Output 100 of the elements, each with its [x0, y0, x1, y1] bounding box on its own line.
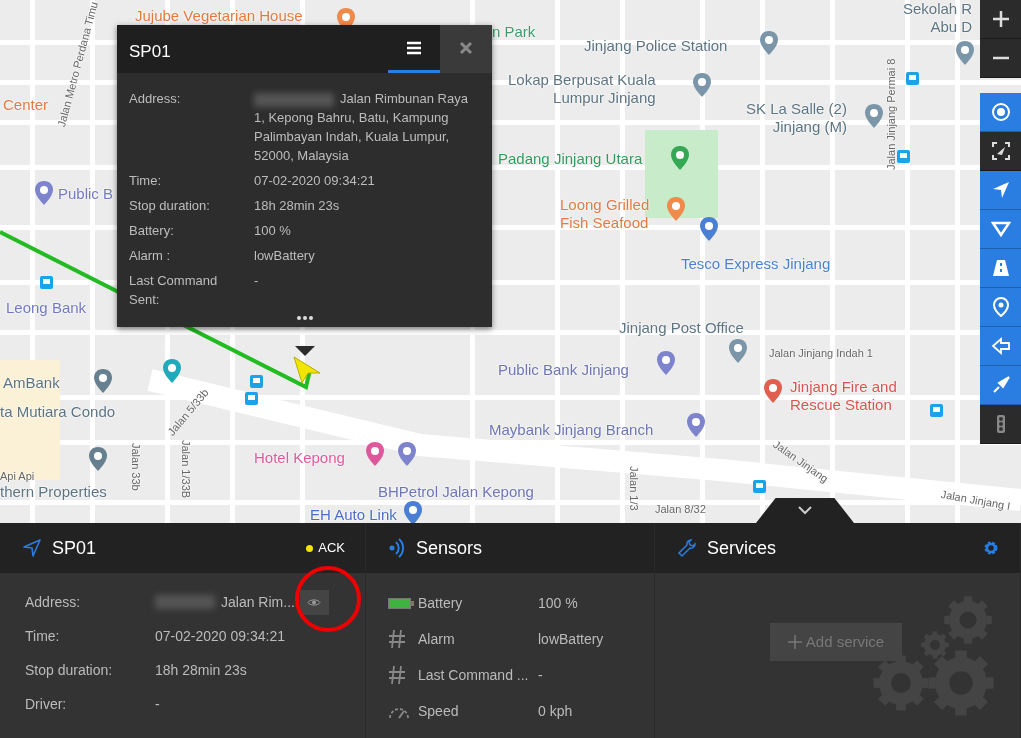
bus-stop-icon: [40, 276, 53, 289]
map-pin-icon: [162, 358, 182, 384]
route-triangle-icon: [990, 219, 1011, 239]
show-button[interactable]: [299, 589, 329, 615]
traffic-light-button[interactable]: [980, 405, 1021, 444]
route-triangle-button[interactable]: [980, 210, 1021, 249]
map-pin-icon: [692, 72, 712, 98]
zoom-out-icon: [990, 56, 1011, 60]
panel-title: Services: [707, 536, 777, 560]
panel-title: SP01: [52, 536, 97, 560]
place-label: BHPetrol Jalan Kepong: [378, 483, 534, 501]
field-value: -: [254, 272, 260, 290]
chevron-down-icon: [798, 506, 812, 515]
place-label: Jinjang Police Station: [584, 37, 728, 55]
navigation-arrow-icon: [22, 538, 42, 558]
road-button[interactable]: [980, 249, 1021, 288]
status-label: ACK: [318, 539, 345, 558]
map-pin-icon: [93, 368, 113, 394]
field-label: Address:: [25, 592, 82, 612]
street-label: Jalan Jinjang Indah 1: [769, 347, 873, 360]
street-label: Jalan 8/32: [655, 503, 706, 516]
popup-pointer: [295, 346, 315, 356]
road-icon: [990, 258, 1011, 278]
place-label: Hotel Kepong: [254, 449, 345, 467]
navigation-arrow-button[interactable]: [980, 171, 1021, 210]
bus-stop-icon: [930, 404, 943, 417]
place-label: Sekolah R Abu D: [903, 0, 973, 36]
sensor-label: Last Command ...: [418, 665, 530, 685]
place-label: Loong Grilled Fish Seafood: [560, 196, 650, 232]
more-icon[interactable]: [295, 315, 314, 321]
bus-stop-icon: [245, 392, 258, 405]
field-value: Jalan Rimbunan Raya 1, Kepong Bahru, Batu, Kampung Palimbayan Indah, Kuala Lumpur, 52000, Malaysia: [254, 90, 469, 165]
field-value: 07-02-2020 09:34:21: [155, 626, 285, 646]
bus-stop-icon: [897, 150, 910, 163]
sensor-signal-icon: [388, 538, 406, 558]
map-pin-icon: [666, 196, 686, 222]
field-label: Alarm :: [129, 247, 172, 265]
field-value: Jalan Rim...: [221, 592, 295, 612]
popup-title: SP01: [128, 41, 172, 63]
sensor-value: -: [538, 665, 544, 685]
street-label: Jalan 1/3: [627, 466, 640, 511]
field-value: lowBattery: [254, 247, 316, 265]
map-pin-icon: [699, 216, 719, 242]
vehicle-marker-icon: [292, 355, 322, 385]
place-label: Jujube Vegetarian House: [135, 7, 303, 25]
field-label: Battery:: [129, 222, 175, 240]
place-label: Leong Bank: [6, 299, 87, 317]
bus-stop-icon: [906, 72, 919, 85]
location-pin-icon: [990, 297, 1011, 317]
place-label: n Park: [492, 23, 536, 41]
cluster-button[interactable]: [980, 93, 1021, 132]
place-label: ta Mutiara Condo: [0, 403, 116, 421]
place-label: Maybank Jinjang Branch: [489, 421, 654, 439]
settings-icon[interactable]: [982, 539, 1000, 557]
sensor-value: 100 %: [538, 593, 579, 613]
map-pin-icon: [656, 350, 676, 376]
map-pin-icon: [670, 145, 690, 171]
street-label: Jalan Jinjang Permai 8: [885, 58, 898, 170]
field-value: 07-02-2020 09:34:21: [254, 172, 376, 190]
rocket-button[interactable]: [980, 366, 1021, 405]
field-value: 18h 28min 23s: [155, 660, 247, 680]
eye-icon: [307, 597, 322, 607]
hash-icon: [388, 629, 406, 649]
place-label: Public B: [58, 185, 114, 203]
place-label: thern Properties: [0, 483, 107, 501]
field-value: 100 %: [254, 222, 292, 240]
place-label: EH Auto Link: [310, 506, 397, 523]
map-pin-icon: [864, 103, 884, 129]
plus-icon: [787, 635, 802, 649]
street-label: Jalan 1/33B: [179, 440, 192, 499]
zoom-in-icon: [990, 9, 1011, 29]
map-pin-icon: [759, 30, 779, 56]
hash-icon: [388, 665, 406, 685]
wrench-icon: [677, 538, 697, 558]
sensor-label: Alarm: [418, 629, 456, 649]
arrow-left-button[interactable]: [980, 327, 1021, 366]
menu-icon: [406, 39, 422, 56]
place-label: Tesco Express Jinjang: [681, 255, 831, 273]
map-pin-icon: [34, 180, 54, 206]
field-label: Time:: [25, 626, 61, 646]
zoom-in-button[interactable]: [980, 0, 1021, 39]
map-pin-icon: [763, 378, 783, 404]
street-label: Jalan Metro Perdana Timu: [55, 0, 101, 129]
place-label: Public Bank Jinjang: [498, 361, 629, 379]
place-label: Jinjang Fire and Rescue Station: [790, 378, 897, 414]
bus-stop-icon: [753, 480, 766, 493]
map-pin-icon: [403, 500, 423, 523]
field-label: Stop duration:: [25, 660, 114, 680]
place-label: AmBank: [3, 374, 60, 392]
field-label: Stop duration:: [129, 197, 211, 215]
arrow-left-icon: [990, 336, 1011, 356]
place-label: SK La Salle (2) Jinjang (M): [746, 100, 847, 136]
location-pin-button[interactable]: [980, 288, 1021, 327]
sensor-label: Speed: [418, 701, 460, 721]
bus-stop-icon: [250, 375, 263, 388]
street-label: Jalan Jinjang I: [939, 488, 1012, 513]
field-value: -: [155, 694, 160, 714]
map-pin-icon: [88, 446, 108, 472]
fit-bounds-button[interactable]: [980, 132, 1021, 171]
sensor-value: 0 kph: [538, 701, 574, 721]
